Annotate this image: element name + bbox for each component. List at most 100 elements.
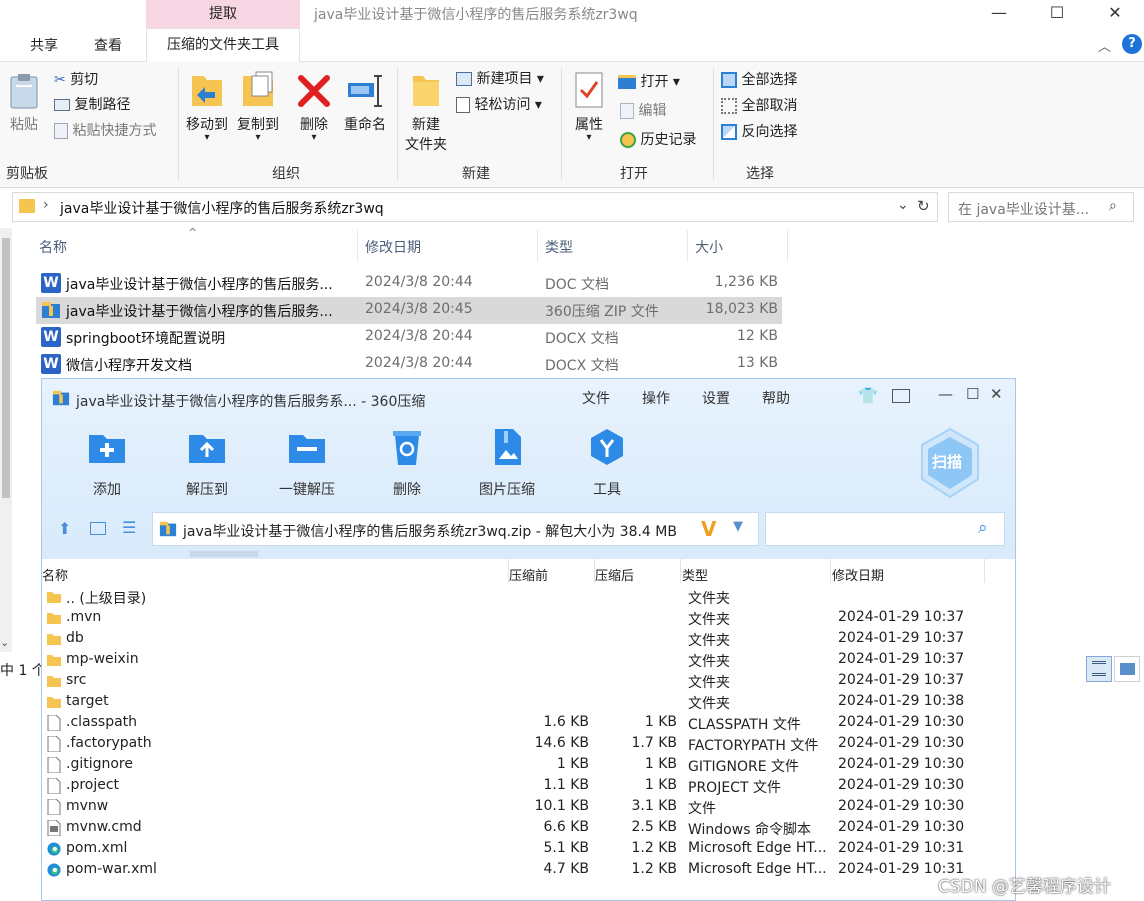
path-dropdown-icon[interactable]: ▼ [733,519,743,534]
zip-list-row[interactable]: .. (上级目录) 文件夹 [42,587,1015,608]
collapse-ribbon-icon[interactable]: ︿ [1098,36,1111,55]
copy-to-button[interactable]: 复制到 ▾ [234,70,282,143]
scissors-icon: ✂ [54,72,66,88]
zip-list-row[interactable]: src 文件夹 2024-01-29 10:37 [42,671,1015,692]
thumbnail-mode-icon[interactable] [90,522,106,535]
easy-access-button[interactable]: 轻松访问 ▾ [456,94,542,116]
zip-column-date[interactable]: 修改日期 [832,565,884,584]
menu-operation[interactable]: 操作 [642,388,670,408]
column-header-name[interactable]: 名称 [39,237,67,257]
menu-help[interactable]: 帮助 [762,388,790,408]
invert-selection-button[interactable]: 反向选择 [721,121,797,143]
help-icon[interactable]: ? [1122,34,1142,54]
zip-column-type[interactable]: 类型 [682,565,708,584]
column-divider[interactable] [787,230,788,262]
tool-image-compress[interactable]: 图片压缩 [462,427,552,499]
zip-list-row[interactable]: mvnw.cmd 6.6 KB 2.5 KB Windows 命令脚本 2024-01-… [42,818,1015,839]
skin-icon[interactable]: 👕 [858,386,878,405]
tab-compressed-folder-tools[interactable]: 压缩的文件夹工具 [146,28,300,62]
zip-list-row[interactable]: .gitignore 1 KB 1 KB GITIGNORE 文件 2024-01-29… [42,755,1015,776]
edit-button[interactable]: 编辑 [620,100,666,122]
archive-path-bar[interactable]: java毕业设计基于微信小程序的售后服务系统zr3wq.zip - 解包大小为 … [152,512,759,546]
breadcrumb-path[interactable]: java毕业设计基于微信小程序的售后服务系统zr3wq [60,198,384,218]
column-header-type[interactable]: 类型 [545,237,573,257]
scrollbar-thumb[interactable] [2,238,10,498]
column-divider[interactable] [680,559,681,583]
tab-view[interactable]: 查看 [94,35,122,55]
zip-maximize-button[interactable]: ☐ [966,385,979,403]
select-all-button[interactable]: 全部选择 [721,69,797,91]
zip-column-name[interactable]: 名称 [42,565,68,584]
tool-delete[interactable]: 删除 [362,427,452,499]
column-divider[interactable] [357,230,358,262]
new-item-button[interactable]: 新建项目 ▾ [456,68,544,90]
zip-list-row[interactable]: mp-weixin 文件夹 2024-01-29 10:37 [42,650,1015,671]
zip-list-row[interactable]: .mvn 文件夹 2024-01-29 10:37 [42,608,1015,629]
tool-one-click-extract[interactable]: 一键解压 [262,427,352,499]
zip-minimize-button[interactable]: — [938,385,953,403]
tool-extract-to[interactable]: 解压到 [162,427,252,499]
new-folder-button[interactable]: 新建 文件夹 [402,70,450,154]
column-header-date[interactable]: 修改日期 [365,237,421,257]
tool-add[interactable]: 添加 [62,427,152,499]
zip-list-row[interactable]: pom-war.xml 4.7 KB 1.2 KB Microsoft Edge HT… [42,860,1015,881]
column-divider[interactable] [830,559,831,583]
zip-list-row[interactable]: target 文件夹 2024-01-29 10:38 [42,692,1015,713]
list-mode-icon[interactable]: ☰ [122,518,136,537]
verified-v-icon: V [701,517,717,541]
up-level-icon[interactable]: ⬆ [58,519,71,538]
open-button[interactable]: 打开 ▾ [618,71,680,93]
menu-file[interactable]: 文件 [582,388,610,408]
search-icon[interactable]: ⌕ [1109,198,1117,214]
details-view-button[interactable] [1086,656,1112,682]
properties-button[interactable]: 属性 ▾ [568,70,610,143]
zip-close-button[interactable]: ✕ [990,385,1003,403]
chevron-down-icon[interactable]: ⌄ [897,197,909,213]
file-row-selected[interactable]: java毕业设计基于微信小程序的售后服务... 2024/3/8 20:45 3… [36,297,782,324]
move-to-button[interactable]: 移动到 ▾ [183,70,231,143]
search-input[interactable]: 在 java毕业设计基... ⌕ [948,192,1134,222]
tool-tools[interactable]: 工具 [562,427,652,499]
word-doc-icon: W [41,273,61,293]
contextual-tab-extract[interactable]: 提取 [146,0,300,28]
zip-list-row[interactable]: pom.xml 5.1 KB 1.2 KB Microsoft Edge HT... 2… [42,839,1015,860]
zip-list-row[interactable]: db 文件夹 2024-01-29 10:37 [42,629,1015,650]
refresh-icon[interactable]: ↻ [917,197,930,215]
file-row[interactable]: W springboot环境配置说明 2024/3/8 20:44 DOCX 文… [36,324,782,351]
horizontal-scroll-thumb[interactable] [190,551,258,557]
zip-column-before[interactable]: 压缩前 [509,565,548,584]
minimize-button[interactable]: — [976,0,1022,28]
tab-share[interactable]: 共享 [30,35,58,55]
feedback-icon[interactable] [892,389,910,403]
column-divider[interactable] [984,559,985,583]
cut-button[interactable]: ✂ 剪切 [54,69,98,91]
history-button[interactable]: 历史记录 [620,129,696,151]
thumbnail-view-button[interactable] [1114,656,1140,682]
file-row[interactable]: W java毕业设计基于微信小程序的售后服务... 2024/3/8 20:44… [36,270,782,297]
select-none-button[interactable]: 全部取消 [721,95,797,117]
scan-badge[interactable]: 扫描 [918,427,982,499]
zip-row-type: FACTORYPATH 文件 [688,738,819,754]
scroll-down-icon[interactable]: ⌄ [0,636,9,649]
column-divider[interactable] [687,230,688,262]
maximize-button[interactable]: ☐ [1034,0,1080,28]
vertical-scrollbar[interactable] [0,228,12,652]
zip-list-row[interactable]: mvnw 10.1 KB 3.1 KB 文件 2024-01-29 10:30 [42,797,1015,818]
zip-list-row[interactable]: .project 1.1 KB 1 KB PROJECT 文件 2024-01-29 1… [42,776,1015,797]
zip-list-row[interactable]: .classpath 1.6 KB 1 KB CLASSPATH 文件 2024-01-… [42,713,1015,734]
zip-list-row[interactable]: .factorypath 14.6 KB 1.7 KB FACTORYPATH 文件 2… [42,734,1015,755]
search-icon[interactable]: ⌕ [978,518,988,538]
column-divider[interactable] [537,230,538,262]
paste-shortcut-button[interactable]: 粘贴快捷方式 [54,120,156,142]
file-row[interactable]: W 微信小程序开发文档 2024/3/8 20:44 DOCX 文档 13 KB [36,351,782,378]
paste-button[interactable]: 粘贴 [4,72,44,134]
rename-button[interactable]: 重命名 [342,70,388,134]
zip-column-after[interactable]: 压缩后 [595,565,634,584]
delete-button[interactable]: 删除 ▾ [296,70,332,143]
copy-path-button[interactable]: 复制路径 [54,94,130,116]
address-bar[interactable]: › java毕业设计基于微信小程序的售后服务系统zr3wq ⌄ ↻ [12,192,938,222]
menu-settings[interactable]: 设置 [702,388,730,408]
close-button[interactable]: ✕ [1092,0,1138,28]
column-header-size[interactable]: 大小 [695,237,723,257]
archive-search-input[interactable]: ⌕ [765,512,1005,546]
